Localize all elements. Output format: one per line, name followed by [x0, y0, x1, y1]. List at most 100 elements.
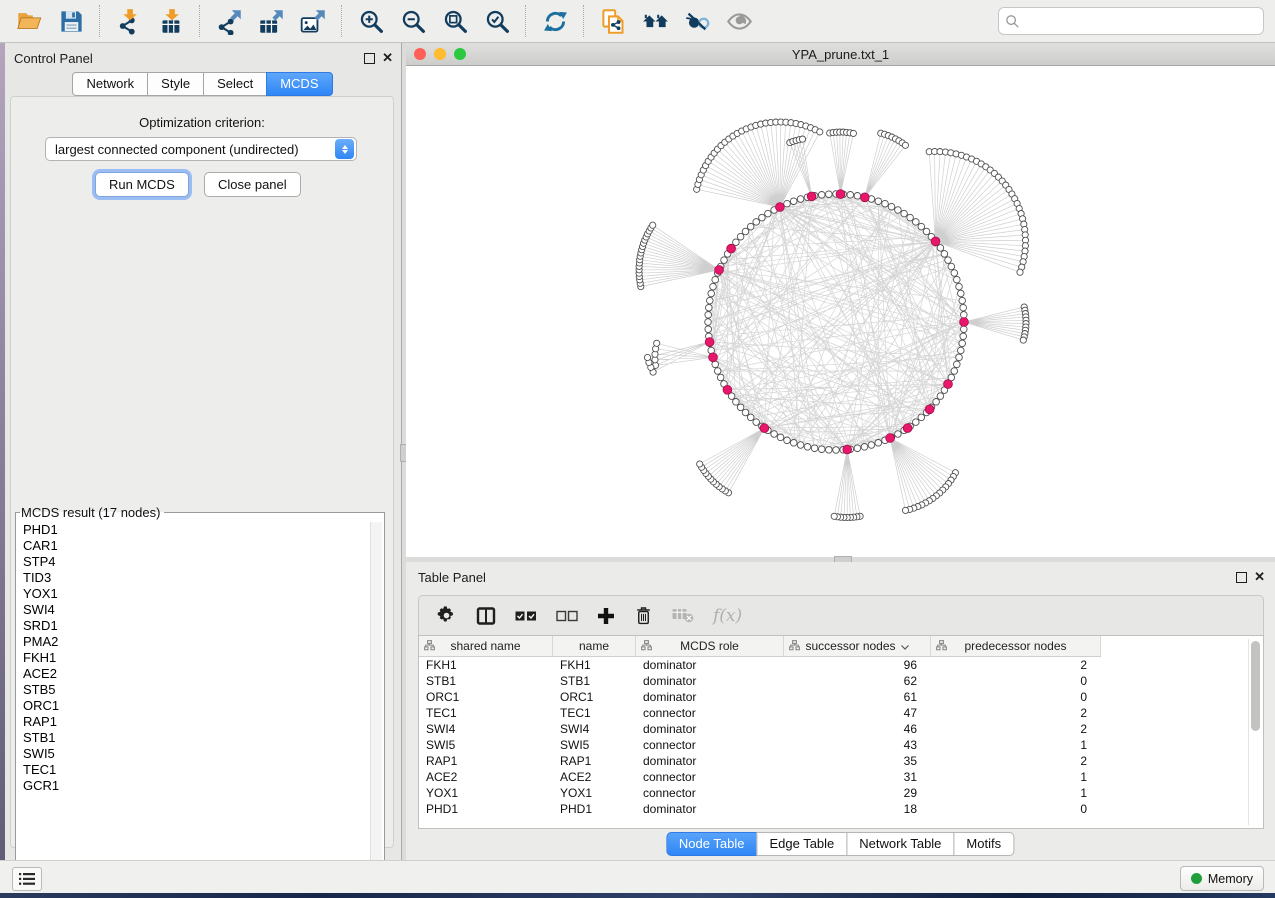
table-cell[interactable]: RAP1 [419, 753, 553, 769]
table-row[interactable]: ORC1ORC1dominator610 [419, 689, 1101, 705]
column-header-MCDS-role[interactable]: MCDS role [636, 636, 784, 656]
table-cell[interactable]: PHD1 [419, 801, 553, 817]
table-cell[interactable]: SWI5 [553, 737, 636, 753]
table-row[interactable]: SWI5SWI5connector431 [419, 737, 1101, 753]
table-row[interactable]: RAP1RAP1dominator352 [419, 753, 1101, 769]
column-header-name[interactable]: name [553, 636, 636, 656]
table-cell[interactable]: STB1 [553, 673, 636, 689]
table-cell[interactable]: 2 [931, 705, 1101, 721]
network-window-titlebar[interactable]: YPA_prune.txt_1 [406, 43, 1275, 66]
table-cell[interactable]: 96 [784, 657, 931, 673]
column-header-successor-nodes[interactable]: successor nodes [784, 636, 931, 656]
table-cell[interactable]: SWI4 [419, 721, 553, 737]
table-cell[interactable]: dominator [636, 673, 784, 689]
table-row[interactable]: ACE2ACE2connector311 [419, 769, 1101, 785]
tab-edge-table[interactable]: Edge Table [756, 832, 847, 856]
table-cell[interactable]: FKH1 [553, 657, 636, 673]
mcds-result-item[interactable]: TEC1 [18, 762, 370, 778]
scrollbar-thumb[interactable] [1251, 641, 1260, 731]
table-row[interactable]: TEC1TEC1connector472 [419, 705, 1101, 721]
table-row[interactable]: PHD1PHD1dominator180 [419, 801, 1101, 817]
table-cell[interactable]: 1 [931, 769, 1101, 785]
table-row[interactable]: FKH1FKH1dominator962 [419, 657, 1101, 673]
table-row[interactable]: YOX1YOX1connector291 [419, 785, 1101, 801]
table-cell[interactable]: dominator [636, 689, 784, 705]
float-panel-icon[interactable] [364, 53, 375, 64]
table-cell[interactable]: SWI5 [419, 737, 553, 753]
mcds-result-item[interactable]: SWI5 [18, 746, 370, 762]
table-cell[interactable]: 61 [784, 689, 931, 705]
table-cell[interactable]: 2 [931, 657, 1101, 673]
mcds-result-item[interactable]: ACE2 [18, 666, 370, 682]
mcds-result-item[interactable]: RAP1 [18, 714, 370, 730]
zoom-fit-icon[interactable] [438, 4, 472, 38]
clone-network-icon[interactable] [596, 4, 630, 38]
table-cell[interactable]: 1 [931, 785, 1101, 801]
memory-button[interactable]: Memory [1180, 866, 1264, 891]
table-cell[interactable]: 47 [784, 705, 931, 721]
mcds-result-item[interactable]: CAR1 [18, 538, 370, 554]
table-cell[interactable]: TEC1 [553, 705, 636, 721]
run-mcds-button[interactable]: Run MCDS [95, 172, 189, 197]
mcds-result-item[interactable]: FKH1 [18, 650, 370, 666]
mcds-result-item[interactable]: YOX1 [18, 586, 370, 602]
tab-node-table[interactable]: Node Table [666, 832, 758, 856]
table-cell[interactable]: connector [636, 737, 784, 753]
column-header-predecessor-nodes[interactable]: predecessor nodes [931, 636, 1101, 656]
criterion-select[interactable]: largest connected component (undirected) [45, 137, 357, 161]
apply-layout-icon[interactable] [538, 4, 572, 38]
float-panel-icon[interactable] [1236, 572, 1247, 583]
table-cell[interactable]: 0 [931, 689, 1101, 705]
table-cell[interactable]: TEC1 [419, 705, 553, 721]
table-row[interactable]: STB1STB1dominator620 [419, 673, 1101, 689]
mcds-result-item[interactable]: SRD1 [18, 618, 370, 634]
search-box[interactable] [998, 7, 1264, 35]
close-panel-button[interactable]: Close panel [204, 172, 301, 197]
close-panel-icon[interactable]: ✕ [382, 53, 393, 63]
tab-network[interactable]: Network [72, 72, 148, 96]
show-panels-button[interactable] [12, 867, 42, 891]
table-cell[interactable]: connector [636, 785, 784, 801]
close-panel-icon[interactable]: ✕ [1254, 572, 1265, 582]
settings-gear-icon[interactable] [436, 605, 457, 626]
tab-motifs[interactable]: Motifs [953, 832, 1014, 856]
add-icon[interactable] [597, 607, 615, 625]
search-input[interactable] [1026, 13, 1263, 30]
table-cell[interactable]: 1 [931, 737, 1101, 753]
delete-icon[interactable] [634, 605, 653, 626]
table-cell[interactable]: dominator [636, 801, 784, 817]
table-cell[interactable]: 35 [784, 753, 931, 769]
table-cell[interactable]: PHD1 [553, 801, 636, 817]
table-scrollbar[interactable] [1248, 639, 1261, 825]
mcds-result-item[interactable]: PMA2 [18, 634, 370, 650]
table-cell[interactable]: ACE2 [553, 769, 636, 785]
table-cell[interactable]: ORC1 [553, 689, 636, 705]
mcds-result-item[interactable]: PHD1 [18, 522, 370, 538]
column-header-shared-name[interactable]: shared name [419, 636, 553, 656]
zoom-out-icon[interactable] [396, 4, 430, 38]
select-all-icon[interactable] [515, 610, 537, 622]
open-file-icon[interactable] [12, 4, 46, 38]
zoom-selected-icon[interactable] [480, 4, 514, 38]
hide-selected-icon[interactable] [680, 4, 714, 38]
table-cell[interactable]: dominator [636, 721, 784, 737]
mcds-result-item[interactable]: STB5 [18, 682, 370, 698]
mcds-result-item[interactable]: TID3 [18, 570, 370, 586]
split-panel-icon[interactable] [476, 606, 496, 626]
table-cell[interactable]: YOX1 [553, 785, 636, 801]
table-cell[interactable]: 2 [931, 753, 1101, 769]
table-cell[interactable]: dominator [636, 657, 784, 673]
table-cell[interactable]: ACE2 [419, 769, 553, 785]
export-table-icon[interactable] [254, 4, 288, 38]
table-cell[interactable]: 46 [784, 721, 931, 737]
deselect-all-icon[interactable] [556, 610, 578, 622]
tab-select[interactable]: Select [203, 72, 267, 96]
table-cell[interactable]: SWI4 [553, 721, 636, 737]
table-cell[interactable]: 0 [931, 801, 1101, 817]
table-cell[interactable]: STB1 [419, 673, 553, 689]
tab-style[interactable]: Style [147, 72, 204, 96]
table-cell[interactable]: 31 [784, 769, 931, 785]
table-cell[interactable]: connector [636, 769, 784, 785]
table-cell[interactable]: 29 [784, 785, 931, 801]
tab-network-table[interactable]: Network Table [846, 832, 954, 856]
